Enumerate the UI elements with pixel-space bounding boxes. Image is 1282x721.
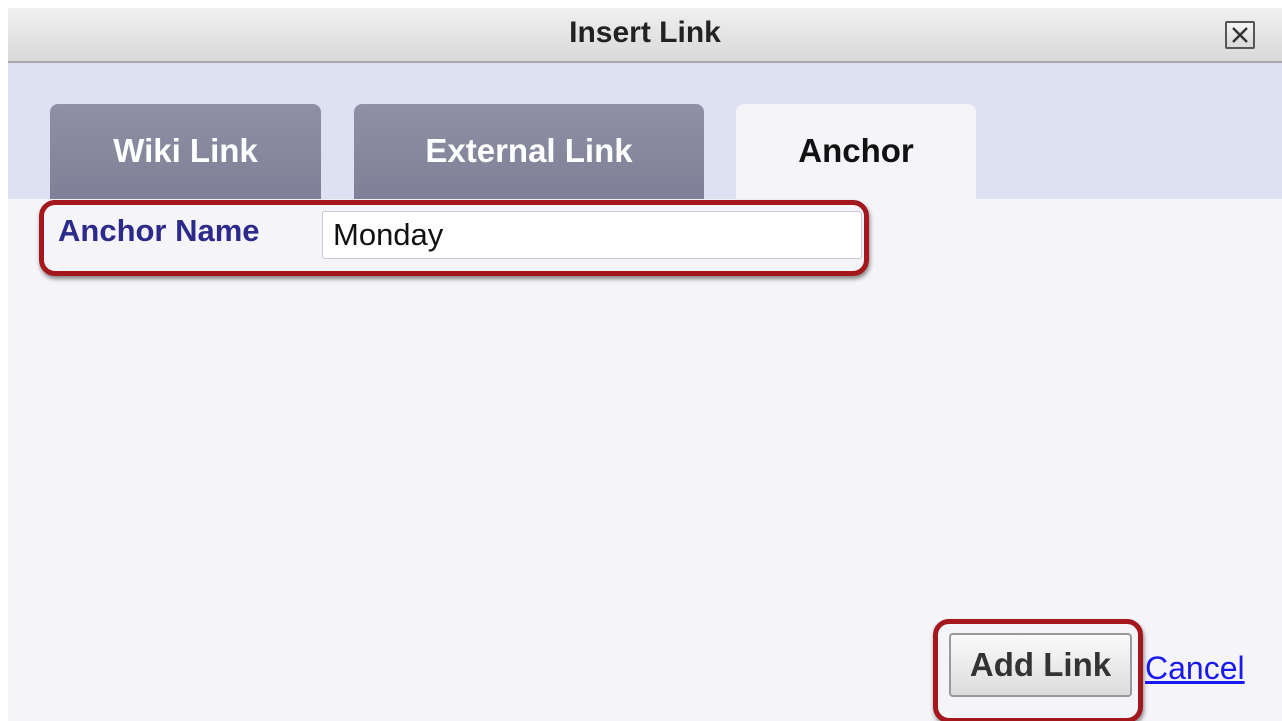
add-link-button[interactable]: Add Link [949,633,1132,697]
tab-external-link[interactable]: External Link [354,104,704,199]
anchor-name-input[interactable] [322,211,862,259]
cancel-link[interactable]: Cancel [1145,650,1245,687]
tab-wiki-link[interactable]: Wiki Link [50,104,321,199]
tab-anchor[interactable]: Anchor [736,104,976,199]
anchor-tab-panel: Anchor Name Add Link Cancel [8,199,1282,721]
close-x-icon [1232,27,1248,43]
tab-strip: Wiki Link External Link Anchor [8,63,1282,199]
close-button[interactable] [1225,21,1255,49]
anchor-name-label: Anchor Name [58,213,260,248]
dialog-titlebar[interactable]: Insert Link [8,8,1282,63]
insert-link-dialog: Insert Link Wiki Link External Link Anch… [8,8,1282,721]
dialog-title: Insert Link [569,16,721,49]
